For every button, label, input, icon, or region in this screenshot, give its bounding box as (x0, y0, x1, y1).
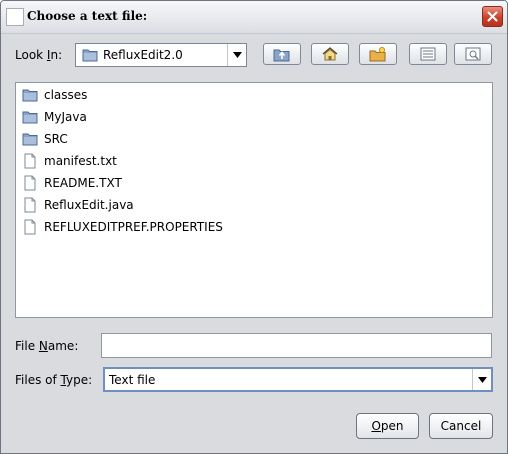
list-item[interactable]: SRC (22, 129, 68, 149)
open-label: pen (380, 419, 404, 433)
details-view-icon (465, 47, 481, 61)
file-list[interactable]: classes MyJava SRC manifest.txt README.T… (15, 82, 493, 318)
list-view-button[interactable] (409, 43, 447, 65)
open-mnemonic: O (371, 419, 381, 433)
look-in-label: Look In: (15, 48, 63, 62)
chevron-down-icon (232, 52, 242, 58)
list-item-label: README.TXT (44, 176, 122, 190)
chevron-down-icon (477, 376, 487, 383)
home-icon (322, 47, 338, 61)
file-icon (24, 175, 36, 191)
home-button[interactable] (311, 43, 349, 65)
list-item[interactable]: REFLUXEDITPREF.PROPERTIES (22, 217, 223, 237)
app-icon (6, 8, 24, 26)
details-view-button[interactable] (454, 43, 492, 65)
list-item-label: REFLUXEDITPREF.PROPERTIES (44, 220, 223, 234)
file-icon (24, 197, 36, 213)
list-item-label: MyJava (44, 110, 87, 124)
files-of-type-label: Files of Type: (15, 373, 93, 387)
up-one-level-button[interactable] (263, 43, 301, 65)
files-of-type-value: Text file (109, 373, 156, 387)
files-of-type-dropdown-arrow[interactable] (472, 369, 491, 390)
file-name-label: File Name: (15, 339, 79, 353)
list-item-label: SRC (44, 132, 68, 146)
list-item-label: RefluxEdit.java (44, 198, 134, 212)
look-in-combo[interactable]: RefluxEdit2.0 (75, 43, 247, 67)
list-item[interactable]: README.TXT (22, 173, 122, 193)
cancel-label: Cancel (440, 419, 482, 433)
folder-icon (22, 133, 38, 146)
list-view-icon (420, 47, 436, 61)
list-item[interactable]: classes (22, 85, 87, 105)
list-item[interactable]: MyJava (22, 107, 87, 127)
new-folder-icon (369, 47, 386, 62)
file-icon (24, 219, 36, 235)
open-button[interactable]: Open (356, 413, 419, 439)
folder-icon (22, 89, 38, 102)
close-icon (487, 11, 498, 22)
folder-icon (22, 111, 38, 124)
files-of-type-combo[interactable]: Text file (103, 367, 493, 392)
file-chooser-dialog: Choose a text file: Look In: RefluxEdit2… (0, 0, 508, 454)
dialog-title: Choose a text file: (27, 9, 148, 23)
cancel-button[interactable]: Cancel (429, 413, 493, 439)
file-icon (24, 153, 36, 169)
close-button[interactable] (482, 6, 503, 27)
list-item[interactable]: manifest.txt (22, 151, 117, 171)
look-in-dropdown-arrow[interactable] (227, 44, 246, 66)
folder-icon (82, 49, 98, 62)
up-folder-icon (273, 49, 290, 62)
new-folder-button[interactable] (359, 43, 397, 65)
list-item-label: classes (44, 88, 88, 102)
title-bar[interactable]: Choose a text file: (1, 1, 507, 34)
file-name-input[interactable] (101, 333, 492, 358)
list-item-label: manifest.txt (44, 154, 117, 168)
list-item[interactable]: RefluxEdit.java (22, 195, 134, 215)
look-in-value: RefluxEdit2.0 (103, 48, 183, 62)
